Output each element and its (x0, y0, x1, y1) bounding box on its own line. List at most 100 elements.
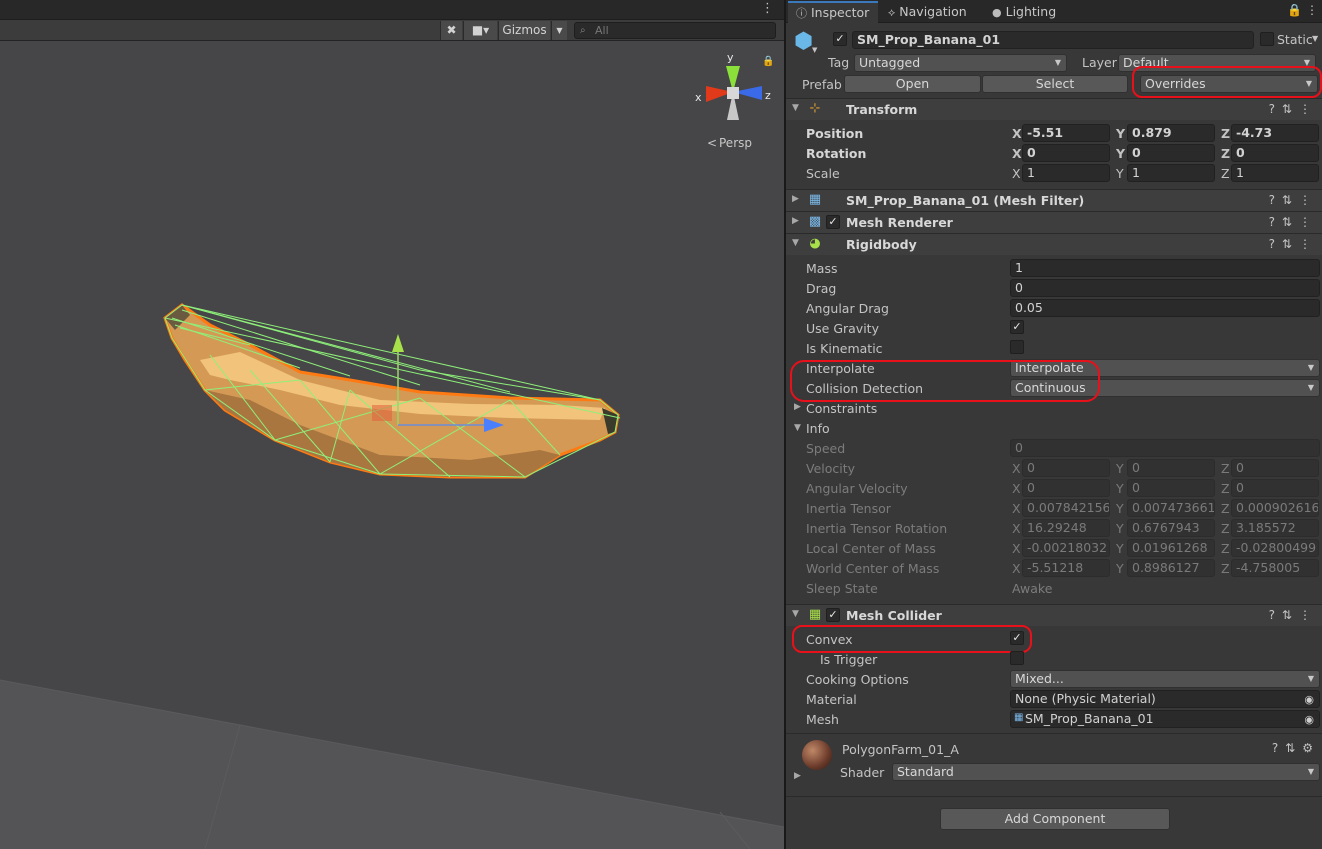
banana-mesh[interactable] (163, 303, 620, 479)
collision-detection-dropdown[interactable]: Continuous (1010, 379, 1320, 397)
is-trigger-checkbox[interactable] (1010, 651, 1024, 665)
collider-material-field[interactable]: None (Physic Material) (1010, 690, 1320, 708)
mesh-collider-title: Mesh Collider (846, 608, 942, 623)
rotation-x-field[interactable]: 0 (1022, 144, 1110, 162)
position-x-axis[interactable]: X (1012, 126, 1022, 141)
material-foldout-icon[interactable]: ▶ (794, 771, 801, 781)
inertia-tensor-x-field: 0.007842156 (1022, 499, 1110, 517)
object-active-checkbox[interactable]: ✓ (833, 32, 847, 46)
foldout-open-icon[interactable]: ▼ (792, 609, 799, 619)
add-component-button[interactable]: Add Component (940, 808, 1170, 830)
layer-dropdown[interactable]: Default (1118, 54, 1316, 72)
scene-menu-icon[interactable]: ⋮ (761, 2, 774, 16)
tab-inspector[interactable]: ⓘ Inspector (788, 1, 878, 23)
scene-canvas[interactable]: y x z 🔒 < Persp (0, 41, 784, 849)
scene-view[interactable]: ⋮ ✖ ■▾ Gizmos ▼ ⌕ All y x z 🔒 < Persp (0, 0, 784, 849)
constraints-label[interactable]: Constraints (806, 401, 877, 416)
info-foldout-icon[interactable]: ▼ (794, 423, 801, 433)
component-tools-icon[interactable]: ?⇅⋮ (1269, 237, 1318, 251)
angular-velocity-y-field: 0 (1127, 479, 1215, 497)
rotation-y-axis[interactable]: Y (1116, 146, 1125, 161)
position-z-field[interactable]: -4.73 (1231, 124, 1319, 142)
angular-velocity-x-field: 0 (1022, 479, 1110, 497)
rotation-x-axis[interactable]: X (1012, 146, 1022, 161)
shader-dropdown[interactable]: Standard (892, 763, 1320, 781)
rotation-y-field[interactable]: 0 (1127, 144, 1215, 162)
component-tools-icon[interactable]: ?⇅⋮ (1269, 193, 1318, 207)
interpolate-dropdown[interactable]: Interpolate (1010, 359, 1320, 377)
projection-label[interactable]: Persp (719, 136, 752, 150)
component-tools-icon[interactable]: ?⇅⋮ (1269, 102, 1318, 116)
tools-icon[interactable]: ✖ (440, 21, 462, 40)
mesh-renderer-header[interactable]: ▶ ▩ ✓ Mesh Renderer ?⇅⋮ (786, 211, 1322, 233)
info-label[interactable]: Info (806, 421, 830, 436)
rigidbody-icon: ◕ (809, 236, 821, 251)
world-com-y-axis: Y (1116, 561, 1124, 576)
rotation-z-axis[interactable]: Z (1221, 146, 1230, 161)
icon-dropdown-icon[interactable]: ▼ (812, 46, 817, 54)
static-dropdown-icon[interactable]: ▼ (1312, 34, 1318, 43)
gizmo-center-cube[interactable] (727, 87, 739, 99)
y-axis-handle[interactable] (392, 334, 404, 352)
gizmo-lock-icon[interactable]: 🔒 (762, 55, 774, 67)
is-kinematic-checkbox[interactable] (1010, 340, 1024, 354)
foldout-closed-icon[interactable]: ▶ (792, 194, 799, 204)
position-y-axis[interactable]: Y (1116, 126, 1125, 141)
foldout-open-icon[interactable]: ▼ (792, 238, 799, 248)
lock-and-menu-icon[interactable]: 🔒 ⋮ (1287, 3, 1318, 17)
position-x-field[interactable]: -5.51 (1022, 124, 1110, 142)
position-y-field[interactable]: 0.879 (1127, 124, 1215, 142)
inertia-tensor-z-axis: Z (1221, 501, 1230, 516)
transform-header[interactable]: ▼ ⊹ Transform ?⇅⋮ (786, 98, 1322, 120)
mesh-collider-header[interactable]: ▼ ▦ ✓ Mesh Collider ?⇅⋮ (786, 604, 1322, 626)
collider-mesh-label: Mesh (806, 712, 839, 727)
mass-field[interactable]: 1 (1010, 259, 1320, 277)
rotation-label: Rotation (806, 146, 867, 161)
material-picker-icon[interactable]: ◉ (1304, 693, 1314, 706)
gizmos-button[interactable]: Gizmos (498, 21, 550, 40)
rigidbody-header[interactable]: ▼ ◕ Rigidbody ?⇅⋮ (786, 233, 1322, 255)
mesh-collider-enabled-checkbox[interactable]: ✓ (826, 608, 840, 622)
component-tools-icon[interactable]: ?⇅⋮ (1269, 215, 1318, 229)
tab-lighting[interactable]: ● Lighting (984, 1, 1074, 23)
static-checkbox[interactable] (1260, 32, 1274, 46)
scale-y-field[interactable]: 1 (1127, 164, 1215, 182)
scene-search-input[interactable]: ⌕ All (574, 22, 776, 39)
prefab-select-button[interactable]: Select (982, 75, 1128, 93)
foldout-open-icon[interactable]: ▼ (792, 103, 799, 113)
use-gravity-checkbox[interactable]: ✓ (1010, 320, 1024, 334)
rotation-z-field[interactable]: 0 (1231, 144, 1319, 162)
tab-navigation[interactable]: ⟡ Navigation (880, 1, 984, 23)
static-label[interactable]: Static (1277, 32, 1313, 47)
scale-z-axis[interactable]: Z (1221, 166, 1230, 181)
material-tools-icon[interactable]: ?⇅⚙ (1272, 741, 1320, 755)
prefab-open-button[interactable]: Open (844, 75, 981, 93)
mesh-filter-header[interactable]: ▶ ▦ SM_Prop_Banana_01 (Mesh Filter) ?⇅⋮ (786, 189, 1322, 211)
component-tools-icon[interactable]: ?⇅⋮ (1269, 608, 1318, 622)
projection-toggle-icon[interactable]: < (707, 136, 717, 150)
scale-x-axis[interactable]: X (1012, 166, 1021, 181)
scale-z-field[interactable]: 1 (1231, 164, 1319, 182)
convex-checkbox[interactable]: ✓ (1010, 631, 1024, 645)
mesh-picker-icon[interactable]: ◉ (1304, 713, 1314, 726)
scale-x-field[interactable]: 1 (1022, 164, 1110, 182)
position-z-axis[interactable]: Z (1221, 126, 1230, 141)
inertia-tensor-x-axis: X (1012, 501, 1021, 516)
plane-handle[interactable] (372, 405, 392, 421)
scale-y-axis[interactable]: Y (1116, 166, 1124, 181)
tag-dropdown[interactable]: Untagged (854, 54, 1067, 72)
object-name-field[interactable]: SM_Prop_Banana_01 (852, 31, 1254, 49)
gizmos-dropdown-icon[interactable]: ▼ (551, 21, 567, 40)
collider-mesh-field[interactable]: SM_Prop_Banana_01 (1010, 710, 1320, 728)
constraints-foldout-icon[interactable]: ▶ (794, 402, 801, 412)
inertia-tensor-label: Inertia Tensor (806, 501, 891, 516)
cooking-options-dropdown[interactable]: Mixed... (1010, 670, 1320, 688)
camera-dropdown-icon[interactable]: ■▾ (463, 21, 497, 40)
collider-material-label: Material (806, 692, 857, 707)
angular-drag-field[interactable]: 0.05 (1010, 299, 1320, 317)
orientation-gizmo[interactable]: y x z 🔒 < Persp (695, 51, 774, 150)
prefab-overrides-dropdown[interactable]: Overrides (1140, 75, 1318, 93)
mesh-renderer-enabled-checkbox[interactable]: ✓ (826, 215, 840, 229)
foldout-closed-icon[interactable]: ▶ (792, 216, 799, 226)
drag-field[interactable]: 0 (1010, 279, 1320, 297)
